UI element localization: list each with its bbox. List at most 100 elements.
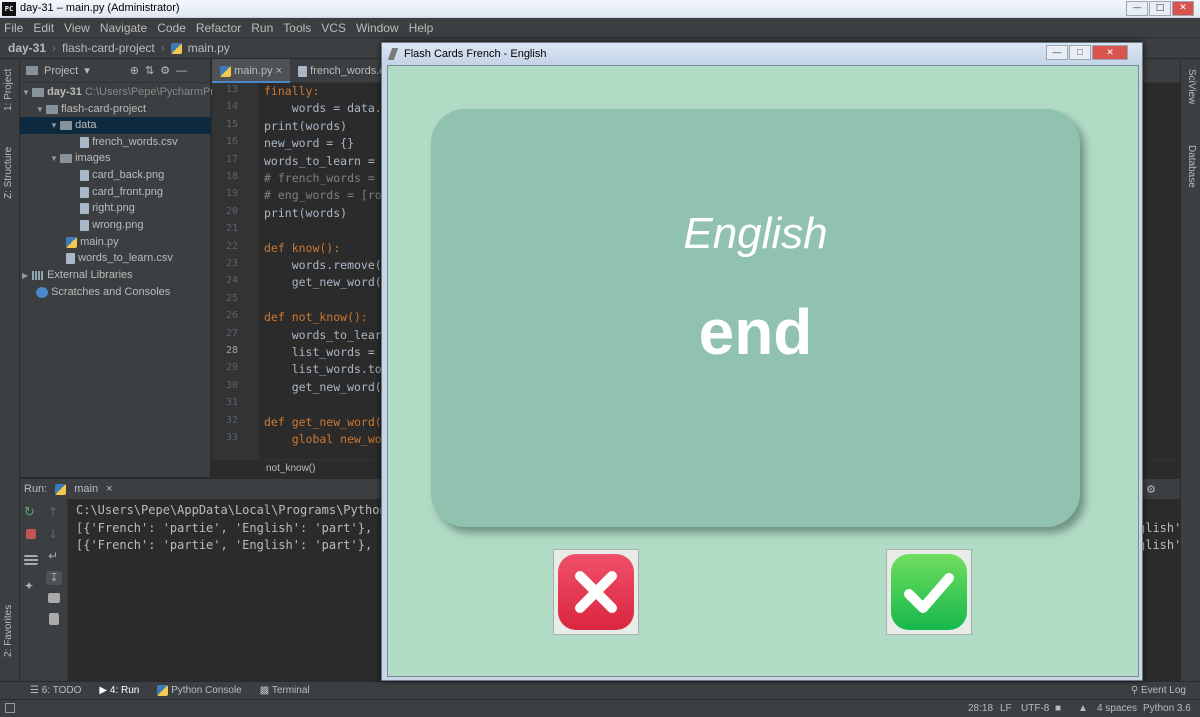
line-number: 32 xyxy=(225,414,238,426)
event-log-tool-tab[interactable]: ⚲ Event Log xyxy=(1131,685,1186,696)
tree-item-wrong-png[interactable]: wrong.png xyxy=(80,217,143,234)
menu-window[interactable]: Window xyxy=(356,21,399,35)
locate-icon[interactable]: ⊕ xyxy=(130,64,139,77)
project-tool-tab[interactable]: 1: Project xyxy=(3,69,14,111)
scroll-to-end-icon[interactable]: ↧ xyxy=(46,571,62,585)
structure-tool-tab[interactable]: Z: Structure xyxy=(3,147,14,199)
tab-main-py[interactable]: main.py × xyxy=(212,59,291,83)
menu-view[interactable]: View xyxy=(64,21,90,35)
stop-icon[interactable] xyxy=(26,529,36,539)
minimize-icon[interactable]: — xyxy=(1126,1,1148,16)
database-tool-tab[interactable]: Database xyxy=(1186,145,1197,188)
list-icon: ☰ xyxy=(30,685,39,696)
maximize-icon[interactable]: □ xyxy=(1149,1,1171,16)
hide-icon[interactable]: — xyxy=(176,65,187,77)
menu-navigate[interactable]: Navigate xyxy=(100,21,147,35)
print-icon[interactable] xyxy=(48,593,60,603)
code-line: words_to_learn xyxy=(264,327,389,342)
menu-vcs[interactable]: VCS xyxy=(321,21,346,35)
image-file-icon xyxy=(80,186,89,198)
tree-item-card-front-png[interactable]: card_front.png xyxy=(80,184,163,201)
todo-tool-tab[interactable]: ☰ 6: TODO xyxy=(30,685,81,696)
known-button[interactable] xyxy=(886,549,972,635)
run-tool-tab[interactable]: ▶ 4: Run xyxy=(99,685,139,696)
line-number: 14 xyxy=(225,101,238,113)
tree-item-right-png[interactable]: right.png xyxy=(80,200,135,217)
menu-refactor[interactable]: Refactor xyxy=(196,21,241,35)
tree-item-main-py[interactable]: main.py xyxy=(66,234,119,251)
run-toolbar: ↻ ✦ ↑ ↓ ↵ ↧ xyxy=(20,499,68,681)
tree-item-card-back-png[interactable]: card_back.png xyxy=(80,167,164,184)
toggle-tool-windows-icon[interactable] xyxy=(5,703,15,713)
line-separator[interactable]: LF xyxy=(1000,703,1012,714)
breadcrumb-folder[interactable]: flash-card-project xyxy=(62,41,155,55)
code-line: def not_know(): xyxy=(264,310,368,325)
menu-bar: File Edit View Navigate Code Refactor Ru… xyxy=(0,18,1200,37)
tree-item-french-words-csv[interactable]: french_words.csv xyxy=(80,134,178,151)
chevron-down-icon[interactable]: ▾ xyxy=(84,64,90,77)
tree-item-scratches[interactable]: Scratches and Consoles xyxy=(36,284,170,301)
python-interpreter[interactable]: Python 3.6 xyxy=(1143,703,1191,714)
gear-icon[interactable]: ⚙ xyxy=(160,64,170,77)
expanded-arrow-icon: ▼ xyxy=(50,154,58,163)
window-controls: — □ ✕ xyxy=(1126,1,1194,16)
csv-file-icon xyxy=(80,136,89,148)
breadcrumb-project[interactable]: day-31 xyxy=(8,41,46,55)
indent-setting[interactable]: 4 spaces xyxy=(1097,703,1137,714)
close-icon[interactable]: ✕ xyxy=(1092,45,1128,60)
menu-run[interactable]: Run xyxy=(251,21,273,35)
file-encoding[interactable]: UTF-8 xyxy=(1021,703,1049,714)
close-tab-icon[interactable]: × xyxy=(276,65,282,77)
terminal-tool-tab[interactable]: ▩ Terminal xyxy=(260,685,310,696)
tree-item-external-libraries[interactable]: ▶ External Libraries xyxy=(22,267,133,284)
maximize-icon[interactable]: □ xyxy=(1069,45,1091,60)
soft-wrap-icon[interactable]: ↵ xyxy=(48,549,62,563)
code-line: global new_wor xyxy=(264,432,389,446)
line-number: 19 xyxy=(225,188,238,200)
check-icon xyxy=(904,573,954,613)
breadcrumb-file[interactable]: main.py xyxy=(188,41,230,55)
tree-item-flash-card-project[interactable]: ▼ flash-card-project xyxy=(36,101,146,118)
folder-icon xyxy=(32,87,44,97)
unknown-button[interactable] xyxy=(553,549,639,635)
menu-code[interactable]: Code xyxy=(157,21,186,35)
expanded-arrow-icon: ▼ xyxy=(22,88,30,97)
expanded-arrow-icon: ▼ xyxy=(36,105,44,114)
tree-item-day-31[interactable]: ▼ day-31 C:\Users\Pepe\PycharmProj xyxy=(22,84,223,101)
gear-icon[interactable]: ⚙ xyxy=(1146,483,1156,496)
line-number: 18 xyxy=(225,171,238,182)
menu-tools[interactable]: Tools xyxy=(283,21,311,35)
line-number: 24 xyxy=(225,275,238,287)
pin-icon[interactable]: ✦ xyxy=(24,579,38,593)
line-number: 26 xyxy=(225,310,238,322)
menu-file[interactable]: File xyxy=(4,21,23,35)
tree-item-data[interactable]: ▼ data xyxy=(20,117,211,134)
tree-item-images[interactable]: ▼ images xyxy=(50,150,111,167)
project-view-dropdown[interactable]: Project xyxy=(44,65,78,77)
arrow-up-icon[interactable]: ↑ xyxy=(48,505,62,519)
rerun-icon[interactable]: ↻ xyxy=(24,505,38,520)
console-line: C:\Users\Pepe\AppData\Local\Programs\Pyt… xyxy=(76,503,409,517)
close-icon[interactable]: ✕ xyxy=(1172,1,1194,16)
layout-icon[interactable] xyxy=(24,555,38,565)
collapse-icon[interactable]: ⇅ xyxy=(145,64,154,77)
sciview-tool-tab[interactable]: SciView xyxy=(1186,69,1197,104)
python-console-tool-tab[interactable]: Python Console xyxy=(157,684,242,696)
trash-icon[interactable] xyxy=(49,613,59,625)
chevron-right-icon: › xyxy=(160,41,165,55)
caret-position[interactable]: 28:18 xyxy=(968,703,993,714)
code-line: get_new_word() xyxy=(264,275,389,290)
arrow-down-icon[interactable]: ↓ xyxy=(48,527,62,541)
minimize-icon[interactable]: — xyxy=(1046,45,1068,60)
code-line: finally: xyxy=(264,84,320,98)
lock-icon[interactable]: ■ xyxy=(1055,703,1061,714)
tree-item-words-to-learn-csv[interactable]: words_to_learn.csv xyxy=(66,250,173,267)
vcs-icon[interactable]: ▲ xyxy=(1078,703,1088,714)
menu-help[interactable]: Help xyxy=(409,21,434,35)
collapsed-arrow-icon: ▶ xyxy=(22,271,29,280)
tab-french-words-csv[interactable]: french_words.c xyxy=(290,59,393,83)
run-tab-main[interactable]: main xyxy=(74,483,98,495)
favorites-tool-tab[interactable]: 2: Favorites xyxy=(3,605,14,657)
menu-edit[interactable]: Edit xyxy=(33,21,54,35)
close-tab-icon[interactable]: × xyxy=(106,483,112,495)
